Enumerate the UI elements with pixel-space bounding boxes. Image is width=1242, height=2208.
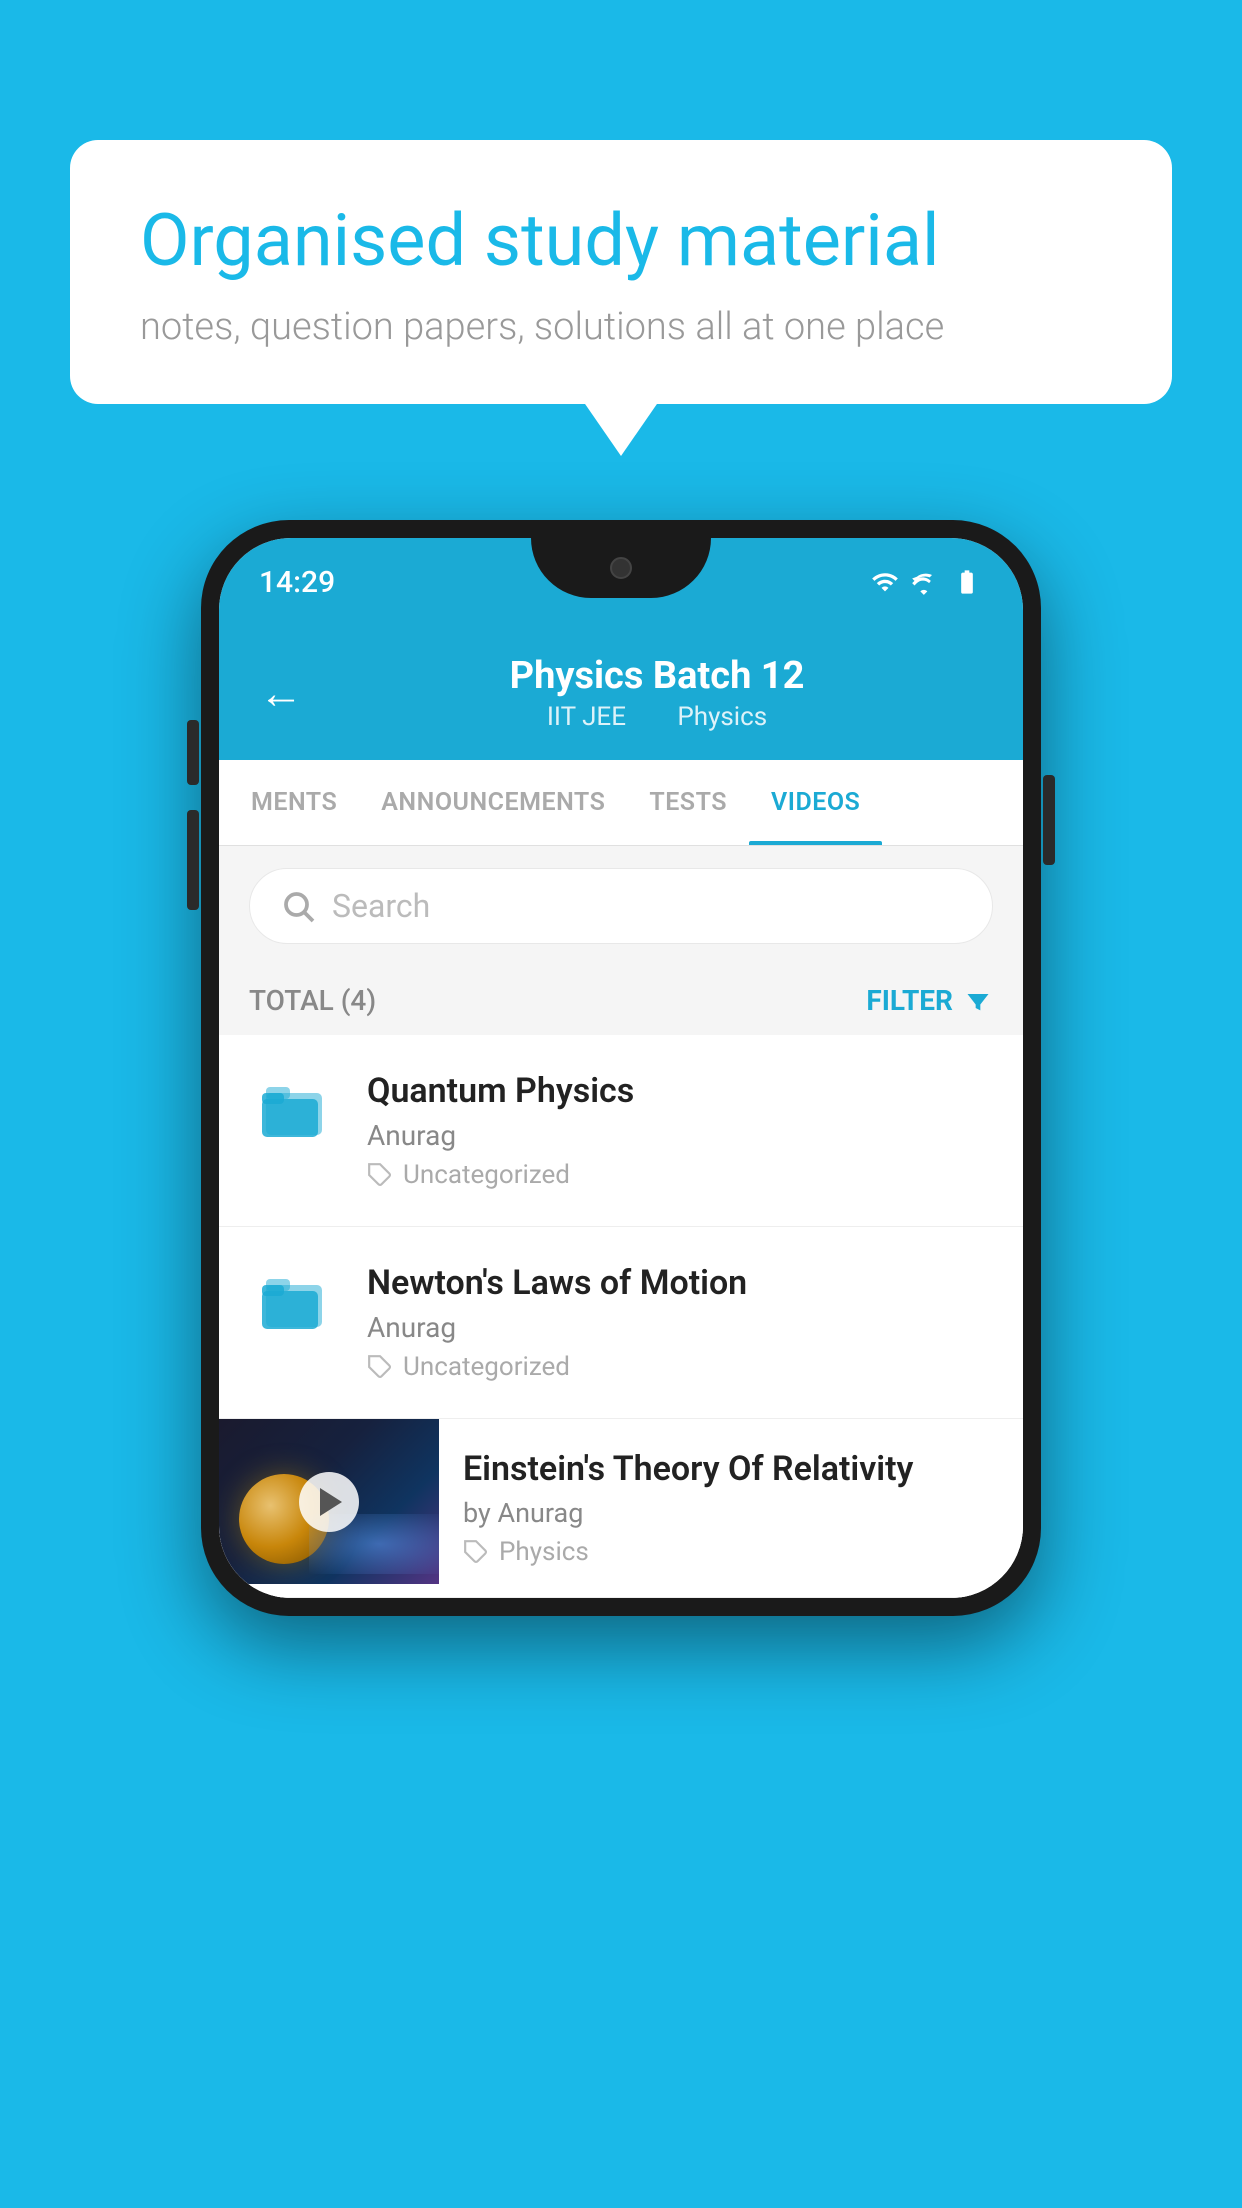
folder-icon-wrap <box>249 1077 339 1141</box>
camera-dot <box>610 557 632 579</box>
volume-down-button <box>187 810 199 910</box>
tabs-bar: MENTS ANNOUNCEMENTS TESTS VIDEOS <box>219 760 1023 846</box>
video-tag-text: Physics <box>499 1537 589 1567</box>
tag-icon <box>367 1354 393 1380</box>
speech-bubble-container: Organised study material notes, question… <box>70 140 1172 404</box>
tab-tests[interactable]: TESTS <box>627 760 749 845</box>
video-tag: Uncategorized <box>367 1160 993 1190</box>
battery-icon <box>951 568 983 596</box>
bubble-title: Organised study material <box>140 200 1102 283</box>
tag-icon <box>367 1162 393 1188</box>
status-icons <box>871 568 983 596</box>
folder-icon <box>258 1269 330 1333</box>
video-title: Einstein's Theory Of Relativity <box>463 1449 999 1489</box>
search-bar-wrapper: Search <box>219 846 1023 966</box>
filter-icon <box>963 987 993 1015</box>
back-button[interactable]: ← <box>259 671 303 715</box>
header-title: Physics Batch 12 <box>331 654 983 698</box>
bubble-subtitle: notes, question papers, solutions all at… <box>140 305 1102 349</box>
tab-ments[interactable]: MENTS <box>229 760 359 845</box>
total-count-label: TOTAL (4) <box>249 984 376 1017</box>
folder-icon-wrap <box>249 1269 339 1333</box>
volume-up-button <box>187 720 199 785</box>
video-tag: Uncategorized <box>367 1352 993 1382</box>
header-subtitle: IIT JEE Physics <box>331 702 983 732</box>
header-subtitle-sep <box>648 702 661 732</box>
folder-icon <box>258 1077 330 1141</box>
video-author: by Anurag <box>463 1497 999 1529</box>
app-header: ← Physics Batch 12 IIT JEE Physics <box>219 626 1023 760</box>
tab-announcements[interactable]: ANNOUNCEMENTS <box>359 760 627 845</box>
search-icon <box>280 888 316 924</box>
video-tag: Physics <box>463 1537 999 1567</box>
video-info: Einstein's Theory Of Relativity by Anura… <box>439 1419 1023 1597</box>
status-time: 14:29 <box>259 565 335 600</box>
video-author: Anurag <box>367 1119 993 1152</box>
header-title-group: Physics Batch 12 IIT JEE Physics <box>331 654 983 732</box>
video-title: Newton's Laws of Motion <box>367 1263 993 1303</box>
power-button <box>1043 775 1055 865</box>
header-subtitle-iitjee: IIT JEE <box>547 702 626 732</box>
signal-icon <box>911 568 939 596</box>
tag-icon <box>463 1539 489 1565</box>
video-info: Quantum Physics Anurag Uncategorized <box>367 1071 993 1190</box>
video-tag-text: Uncategorized <box>403 1160 570 1190</box>
filter-bar: TOTAL (4) FILTER <box>219 966 1023 1035</box>
wifi-icon <box>871 568 899 596</box>
list-item[interactable]: Newton's Laws of Motion Anurag Uncategor… <box>219 1227 1023 1419</box>
filter-label: FILTER <box>866 984 953 1017</box>
search-bar[interactable]: Search <box>249 868 993 944</box>
notch <box>531 538 711 598</box>
list-item[interactable]: Einstein's Theory Of Relativity by Anura… <box>219 1419 1023 1598</box>
video-info: Newton's Laws of Motion Anurag Uncategor… <box>367 1263 993 1382</box>
video-list: Quantum Physics Anurag Uncategorized <box>219 1035 1023 1598</box>
video-tag-text: Uncategorized <box>403 1352 570 1382</box>
video-thumbnail <box>219 1419 439 1584</box>
search-placeholder: Search <box>332 887 430 925</box>
header-subtitle-physics: Physics <box>677 702 767 732</box>
video-author: Anurag <box>367 1311 993 1344</box>
list-item[interactable]: Quantum Physics Anurag Uncategorized <box>219 1035 1023 1227</box>
play-button[interactable] <box>299 1472 359 1532</box>
speech-bubble: Organised study material notes, question… <box>70 140 1172 404</box>
video-title: Quantum Physics <box>367 1071 993 1111</box>
tab-videos[interactable]: VIDEOS <box>749 760 882 845</box>
filter-button[interactable]: FILTER <box>866 984 993 1017</box>
phone-screen: 14:29 <box>219 538 1023 1598</box>
phone-frame: 14:29 <box>201 520 1041 1616</box>
status-bar: 14:29 <box>219 538 1023 626</box>
play-triangle-icon <box>320 1488 342 1516</box>
